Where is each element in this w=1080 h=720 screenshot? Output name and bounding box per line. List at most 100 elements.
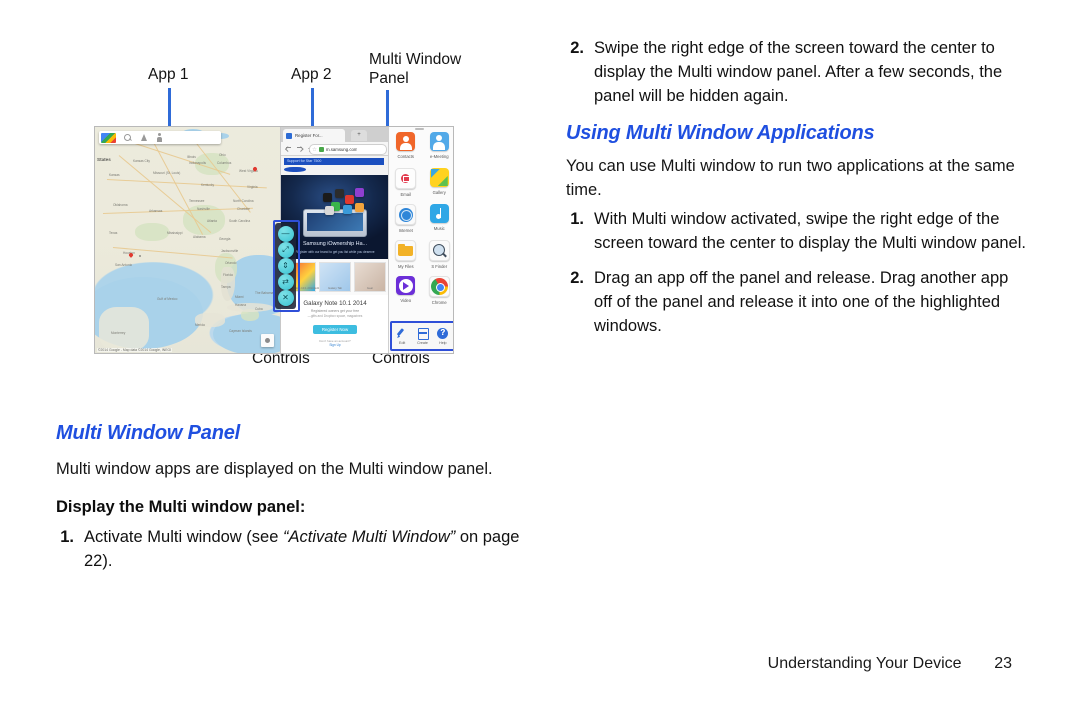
app-tile-icon (355, 203, 364, 212)
multi-window-figure: App 1 App 2 Multi Window Panel Multi Win… (56, 40, 526, 415)
panel-app-contacts[interactable]: Contacts (389, 129, 423, 165)
map-label: Illinois (187, 155, 196, 159)
app-tile-icon (335, 189, 344, 198)
panel-app-internet[interactable]: Internet (389, 201, 423, 237)
panel-app-list: Contacts e-Meeting Email Gallery Interne… (389, 129, 454, 309)
contacts-icon (396, 132, 416, 151)
footer-page-number: 23 (994, 655, 1012, 672)
map-label: Virginia (247, 185, 258, 189)
map-label: Atlanta (207, 219, 217, 223)
step-text: Drag an app off the panel and release. D… (594, 269, 1009, 335)
map-label: Indianapolis (189, 161, 207, 165)
page-notice-banner: Support for Star 7500 (284, 158, 384, 165)
sign-up-link[interactable]: Sign Up (281, 343, 389, 347)
app-tile-icon (343, 205, 352, 214)
map-label: Miami (235, 295, 244, 299)
map-label: Monterrey (111, 331, 126, 335)
leader-line-app1 (168, 88, 171, 126)
step-text-pre: Activate Multi window (see (84, 528, 283, 546)
map-label: Cayman Islands (229, 329, 252, 333)
app-tile-icon (323, 193, 332, 202)
email-icon (395, 168, 417, 189)
e-meeting-icon (429, 132, 449, 151)
maps-search-bar[interactable] (99, 131, 221, 144)
browser-tab[interactable]: Register For... (283, 129, 345, 142)
panel-app-label: Gallery (432, 189, 446, 195)
map-label: Tennessee (189, 199, 205, 203)
forward-icon[interactable] (296, 145, 303, 152)
footer-section-title: Understanding Your Device (767, 655, 962, 672)
thumbnail[interactable]: Galaxy Tab (319, 262, 351, 292)
address-bar[interactable]: ☆ m.samsung.com (309, 144, 387, 155)
secure-lock-icon (318, 147, 324, 152)
map-label: Arkansas (149, 209, 163, 213)
map-label: Kansas City (133, 159, 151, 163)
search-icon[interactable] (123, 133, 132, 142)
panel-app-label: My Files (397, 263, 414, 269)
map-label: Ohio (219, 153, 226, 157)
map-label: States (97, 157, 111, 162)
panel-app-label: Music (433, 225, 445, 231)
map-attribution: ©2014 Google - Map data ©2014 Google, IN… (97, 348, 173, 352)
thumbnail-caption: Gear (366, 286, 374, 290)
google-maps-logo-icon (101, 132, 116, 143)
panel-app-s-finder[interactable]: S Finder (423, 237, 454, 273)
step-number: 2. (570, 39, 584, 57)
step-text: With Multi window activated, swipe the r… (594, 210, 1026, 252)
samsung-logo (284, 167, 306, 172)
page-footer: Understanding Your Device 23 (0, 655, 1012, 673)
device-screenshot: States Kansas City Missouri (St. Louis) … (94, 126, 454, 354)
callout-app1: App 1 (148, 66, 189, 83)
app-tile-icon (345, 195, 354, 204)
s-finder-icon (428, 240, 450, 261)
browser-tab-bar: Register For... + (281, 127, 389, 142)
panel-app-label: Internet (398, 227, 413, 233)
map-compass-icon[interactable] (261, 334, 274, 347)
map-label: Georgia (219, 237, 231, 241)
multi-window-panel[interactable]: Contacts e-Meeting Email Gallery Interne… (388, 127, 454, 353)
left-subheading: Display the Multi window panel: (56, 498, 306, 516)
video-icon (396, 276, 416, 295)
panel-app-chrome[interactable]: Chrome (423, 273, 454, 309)
directions-icon[interactable] (139, 133, 148, 142)
step-text: Activate Multi window (see “Activate Mul… (84, 525, 526, 573)
thumbnail[interactable]: Gear (354, 262, 386, 292)
map-label: South Carolina (229, 219, 251, 223)
leader-line-app2 (311, 88, 314, 126)
panel-app-email[interactable]: Email (389, 165, 423, 201)
step-number: 2. (570, 269, 584, 287)
account-icon[interactable] (155, 133, 164, 142)
panel-app-music[interactable]: Music (423, 201, 454, 237)
panel-app-gallery[interactable]: Gallery (423, 165, 454, 201)
map-label: Gulf of Mexico (157, 297, 178, 301)
cuba-island (227, 303, 273, 312)
section-heading-multi-window-panel: Multi Window Panel (56, 422, 240, 444)
bookmark-star-icon[interactable]: ☆ (312, 147, 317, 153)
forest-area-3 (135, 223, 169, 241)
panel-app-video[interactable]: Video (389, 273, 423, 309)
left-column: Multi Window Panel Multi window apps are… (56, 422, 526, 573)
right-step-1: 1. With Multi window activated, swipe th… (566, 207, 1028, 255)
panel-app-label: S Finder (431, 263, 448, 269)
panel-app-label: Email (400, 191, 411, 197)
register-now-button[interactable]: Register Now (312, 325, 358, 334)
map-label: Florida (223, 273, 233, 277)
tablet-image (303, 209, 367, 237)
map-label: Havana (235, 303, 246, 307)
map-label: Texas (109, 231, 118, 235)
panel-app-e-meeting[interactable]: e-Meeting (423, 129, 454, 165)
chrome-icon (428, 276, 450, 297)
app1-maps-window[interactable]: States Kansas City Missouri (St. Louis) … (95, 127, 280, 353)
back-icon[interactable] (285, 145, 292, 152)
map-label: Columbus (217, 161, 232, 165)
panel-app-my-files[interactable]: My Files (389, 237, 423, 273)
step-text-italic: “Activate Multi Window” (283, 528, 456, 546)
app-tile-icon (325, 206, 334, 215)
map-label: Kentucky (201, 183, 215, 187)
tab-favicon-icon (286, 132, 292, 139)
panel-app-label: Chrome (431, 299, 447, 305)
new-tab-button[interactable]: + (351, 130, 367, 141)
map-dot (139, 255, 141, 257)
promo-line-2: —gifts and Dropbox space, magazines (307, 314, 363, 318)
right-step-2: 2. Drag an app off the panel and release… (566, 266, 1028, 338)
